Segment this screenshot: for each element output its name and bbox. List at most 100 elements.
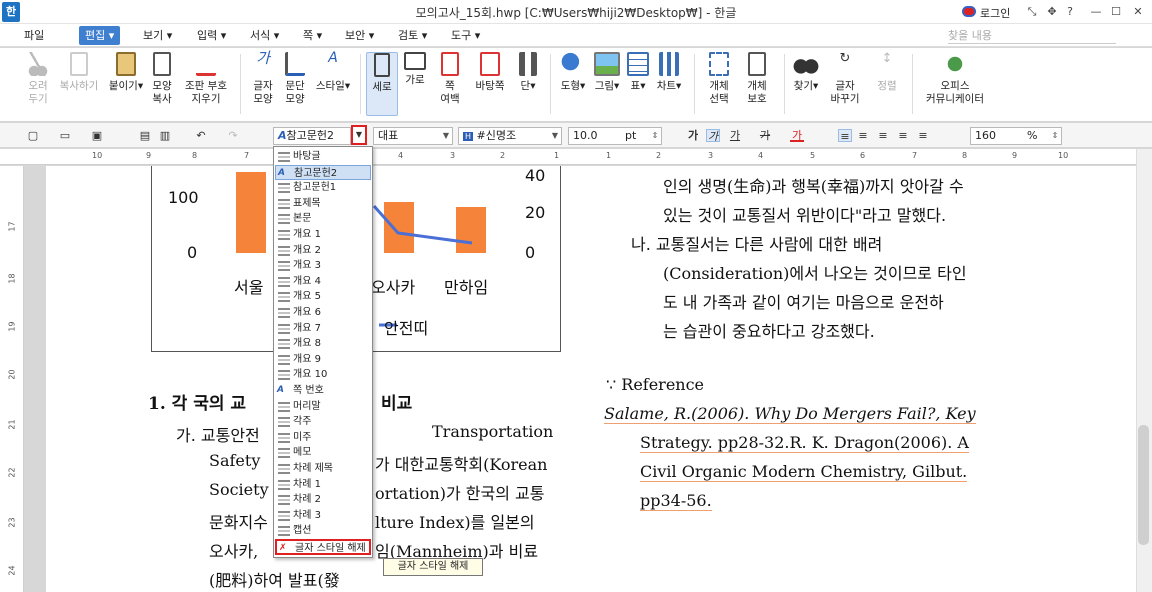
style-item[interactable]: 개요 6 [275,305,371,321]
office-communicator-button[interactable]: 오피스 커뮤니케이터 [920,52,990,106]
para-shape-button[interactable]: 문단 모양 [280,52,310,106]
search-input[interactable]: 찾을 내용 [948,27,1116,44]
align-justify-icon[interactable]: ≡ [838,129,852,143]
picture-button[interactable]: 그림▾ [592,52,622,93]
spinner-icon[interactable]: ⇕ [649,128,661,144]
font-size-combo[interactable]: 10.0 pt ⇕ [568,127,662,145]
undo-icon[interactable]: ↶ [194,129,208,142]
style-dropdown-arrow[interactable]: ▼ [351,125,367,145]
align-right-icon[interactable]: ≡ [896,129,910,142]
menu-edit[interactable]: 편집 ▾ [79,26,121,45]
margin-button[interactable]: 쪽 여백 [434,52,466,106]
columns-button[interactable]: 단▾ [514,52,542,93]
menu-view[interactable]: 보기 ▾ [143,26,172,45]
font-combo[interactable]: H #신명조 ▼ [458,127,562,145]
menu-page[interactable]: 쪽 ▾ [303,26,322,45]
style-item[interactable]: 개요 8 [275,336,371,352]
copy-button[interactable]: 복사하기 [58,52,100,93]
style-item[interactable]: A 참고문헌2 [275,164,371,181]
style-item[interactable]: 차례 1 [275,477,371,493]
portrait-button[interactable]: 세로 [366,52,398,116]
zoom-unit: % [1027,129,1038,142]
style-item[interactable]: 표제목 [275,196,371,212]
zoom-combo[interactable]: 160% ⇕ [970,127,1062,145]
char-shape-button[interactable]: 가 글자 모양 [248,51,278,106]
vertical-ruler[interactable]: 17 18 19 20 21 22 23 24 [0,166,24,592]
style-item[interactable]: 개요 1 [275,227,371,243]
style-item[interactable]: 머리말 [275,399,371,415]
menu-tools[interactable]: 도구 ▾ [451,26,480,45]
style-item[interactable]: 개요 3 [275,258,371,274]
user-icon[interactable] [962,6,976,17]
shape-button[interactable]: 도형▾ [558,52,588,93]
style-item[interactable]: 본문 [275,211,371,227]
style-item[interactable]: A 쪽 번호 [275,383,371,399]
print-icon[interactable]: ▤ [138,129,152,142]
replace-button[interactable]: ↻ 글자 바꾸기 [826,52,864,106]
underline-button[interactable]: 가 [728,129,742,142]
maximize-button[interactable]: ☐ [1108,3,1124,21]
style-item[interactable]: 메모 [275,445,371,461]
ribbon-label: 조판 부호 지우기 [185,80,227,105]
style-combo[interactable]: A참고문헌2 [273,127,351,145]
style-item[interactable]: 바탕글 [275,149,371,165]
cut-button[interactable]: 오려 두기 [18,52,58,106]
style-item[interactable]: 차례 2 [275,492,371,508]
bold-button[interactable]: 가 [686,129,700,142]
preview-icon[interactable]: ▥ [158,129,172,142]
minimize-button[interactable]: — [1088,3,1104,21]
help-icon[interactable]: ? [1062,3,1078,21]
style-item[interactable]: 개요 5 [275,289,371,305]
login-link[interactable]: 로그인 [980,5,1010,21]
landscape-button[interactable]: 가로 [400,52,430,87]
style-item[interactable]: 차례 제목 [275,461,371,477]
scrollbar-thumb[interactable] [1138,425,1149,545]
style-item[interactable]: 개요 10 [275,367,371,383]
style-item[interactable]: 개요 2 [275,243,371,259]
menu-file[interactable]: 파일 [24,26,44,45]
style-item[interactable]: 참고문헌1 [275,180,371,196]
object-select-button[interactable]: 개체 선택 [702,52,736,106]
align-center-icon[interactable]: ≡ [876,129,890,142]
style-item[interactable]: 개요 4 [275,274,371,290]
align-distribute-icon[interactable]: ≡ [916,129,930,142]
align-left-icon[interactable]: ≡ [856,129,870,142]
open-folder-icon[interactable]: ▭ [58,129,72,142]
menu-format[interactable]: 서식 ▾ [250,26,279,45]
restore-ribbon-icon[interactable]: ⤡ [1024,3,1040,21]
clear-codes-button[interactable]: 조판 부호 지우기 [182,52,230,106]
move-icon[interactable]: ✥ [1044,3,1060,21]
italic-button[interactable]: 가 [706,129,720,143]
chart-button[interactable]: 차트▾ [654,52,684,93]
menu-insert[interactable]: 입력 ▾ [197,26,226,45]
style-item[interactable]: 미주 [275,430,371,446]
object-protect-button[interactable]: 개체 보호 [740,52,774,106]
menu-review[interactable]: 검토 ▾ [398,26,427,45]
picture-icon [594,52,620,76]
format-copy-button[interactable]: 모양 복사 [146,52,178,106]
new-document-icon[interactable]: ▢ [26,129,40,142]
style-item[interactable]: 개요 9 [275,352,371,368]
redo-icon[interactable]: ↷ [226,129,240,142]
spinner-icon[interactable]: ⇕ [1049,128,1061,144]
master-page-button[interactable]: 바탕쪽 [472,52,508,93]
style-item[interactable]: 차례 3 [275,508,371,524]
table-button[interactable]: 표▾ [626,52,650,93]
style-button[interactable]: A 스타일▾ [314,51,352,93]
font-color-button[interactable]: 가 [790,129,804,142]
find-button[interactable]: 찾기▾ [792,52,820,93]
style-item[interactable]: 각주 [275,414,371,430]
strikethrough-button[interactable]: 가 [758,129,772,142]
style-item[interactable]: 개요 7 [275,321,371,337]
para-style-icon [278,152,290,162]
style-item[interactable]: 캡션 [275,523,371,539]
close-button[interactable]: ✕ [1130,3,1146,21]
font-type-icon: H [463,132,474,141]
remove-char-style-item[interactable]: ✗ 글자 스타일 해제 [275,539,371,555]
save-icon[interactable]: ▣ [90,129,104,142]
sort-button[interactable]: ↕ 정렬 [872,52,902,93]
horizontal-ruler[interactable]: 10 9 8 7 4 3 2 1 1 2 3 4 5 6 7 8 9 10 [0,149,1152,165]
language-combo[interactable]: 대표 ▼ [373,127,453,145]
paste-button[interactable]: 붙이기▾ [108,52,144,93]
menu-security[interactable]: 보안 ▾ [345,26,374,45]
